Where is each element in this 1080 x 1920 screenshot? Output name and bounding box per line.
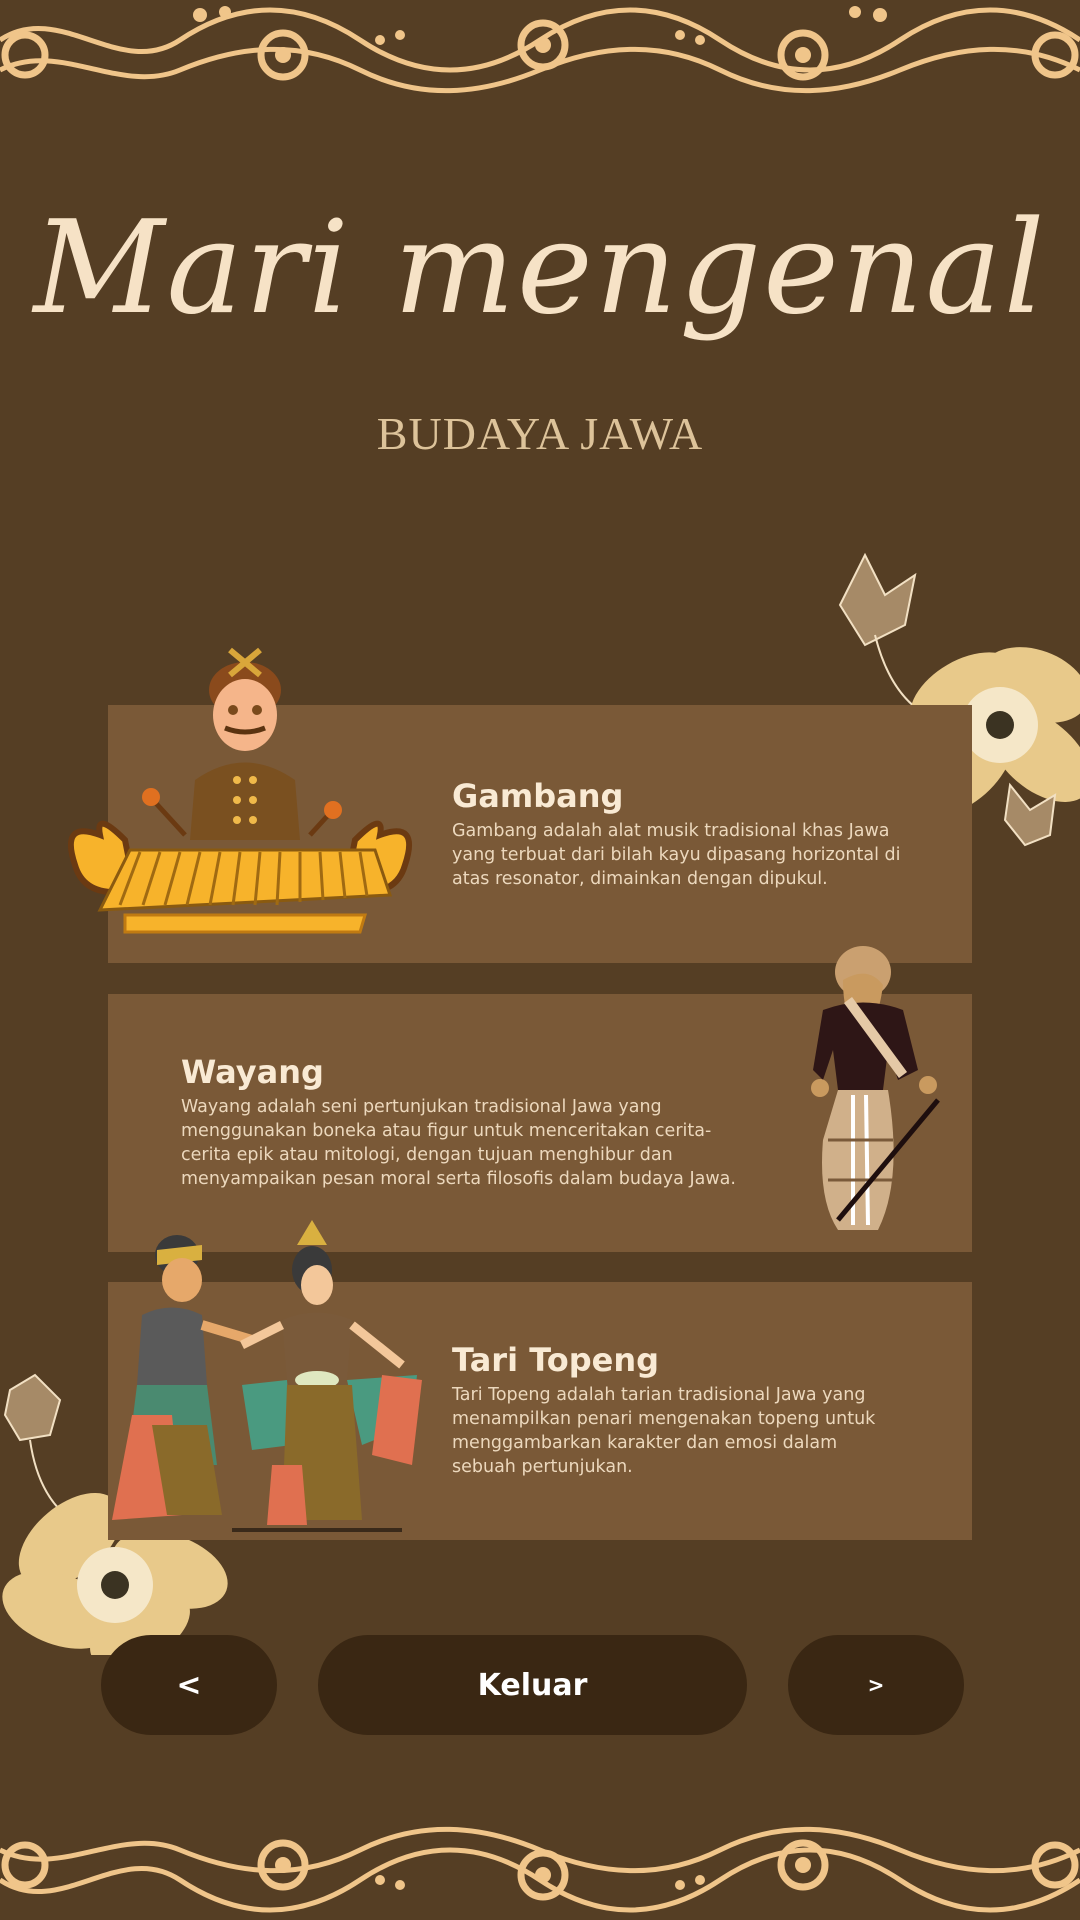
batik-ornament-bottom [0, 1826, 1080, 1913]
card-title: Tari Topeng [452, 1341, 660, 1379]
card-title: Wayang [181, 1053, 324, 1091]
card-description: Gambang adalah alat musik tradisional kh… [452, 821, 901, 889]
card-description: Tari Topeng adalah tarian tradisional Ja… [452, 1385, 876, 1477]
page-title: Mari mengenal [33, 194, 1047, 343]
card-title: Gambang [452, 777, 624, 815]
exit-button[interactable]: Keluar [318, 1635, 747, 1735]
wayang-puppet-illustration [811, 946, 940, 1230]
card-description: Wayang adalah seni pertunjukan tradision… [181, 1097, 736, 1189]
gambang-player-illustration [68, 647, 412, 934]
batik-ornament-top [0, 6, 1080, 94]
topeng-dancers-illustration [112, 1220, 422, 1532]
next-button[interactable]: > [788, 1635, 964, 1735]
page-subtitle: BUDAYA JAWA [376, 408, 704, 459]
prev-button[interactable]: < [101, 1635, 277, 1735]
